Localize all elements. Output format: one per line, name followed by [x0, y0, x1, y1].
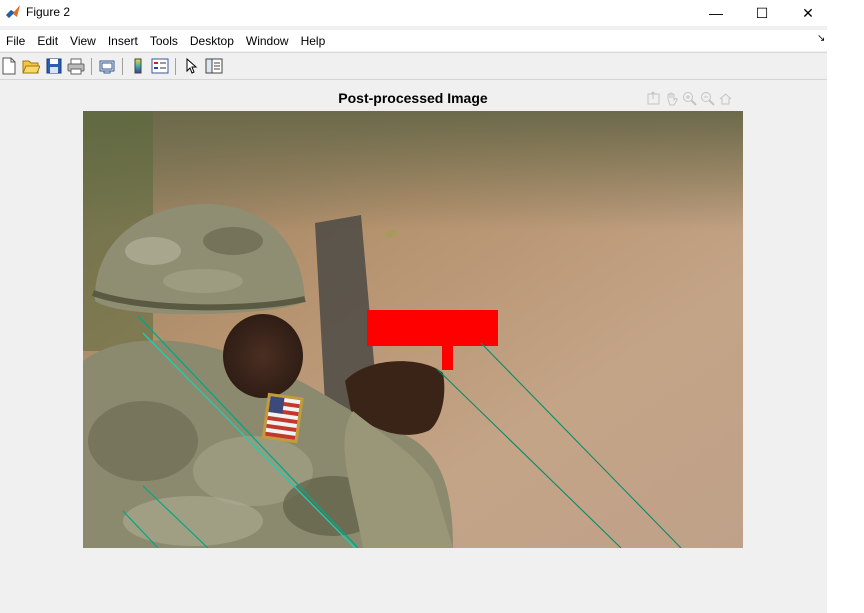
minimize-button[interactable]: —	[693, 0, 739, 26]
dock-figure-icon[interactable]: ↘	[817, 33, 825, 44]
new-figure-icon[interactable]	[0, 57, 18, 75]
open-file-icon[interactable]	[22, 57, 41, 75]
save-icon[interactable]	[45, 57, 63, 75]
axes-toolbar[interactable]	[646, 91, 733, 106]
export-icon[interactable]	[646, 91, 661, 106]
menu-insert[interactable]: Insert	[102, 30, 144, 51]
axes-title: Post-processed Image	[338, 90, 488, 106]
menu-view[interactable]: View	[64, 30, 102, 51]
home-icon[interactable]	[718, 91, 733, 106]
link-plot-icon[interactable]	[98, 57, 116, 75]
toolbar-separator	[175, 58, 176, 75]
desktop-background	[827, 0, 864, 613]
toolbar-separator	[91, 58, 92, 75]
image-canvas	[83, 111, 743, 548]
close-button[interactable]: ✕	[785, 0, 831, 26]
legend-icon[interactable]	[151, 57, 169, 75]
pointer-icon[interactable]	[182, 57, 200, 75]
detection-overlay-box	[367, 310, 498, 346]
property-inspector-icon[interactable]	[205, 57, 223, 75]
matlab-logo-icon	[5, 4, 21, 20]
processed-image	[83, 111, 743, 548]
us-flag-patch	[261, 392, 304, 444]
zoom-out-icon[interactable]	[700, 91, 715, 106]
menu-help[interactable]: Help	[295, 30, 332, 51]
window-title: Figure 2	[26, 5, 71, 19]
zoom-in-icon[interactable]	[682, 91, 697, 106]
colorbar-icon[interactable]	[129, 57, 147, 75]
menu-file[interactable]: File	[0, 30, 31, 51]
title-bar: Figure 2 — ☐ ✕	[0, 0, 864, 26]
soldier-face	[223, 314, 303, 398]
maximize-button[interactable]: ☐	[739, 0, 785, 26]
figure-toolbar	[0, 53, 827, 80]
menu-tools[interactable]: Tools	[144, 30, 184, 51]
pan-icon[interactable]	[664, 91, 679, 106]
print-icon[interactable]	[67, 57, 85, 75]
menu-desktop[interactable]: Desktop	[184, 30, 240, 51]
detection-overlay-tab	[442, 344, 453, 370]
menu-edit[interactable]: Edit	[31, 30, 64, 51]
menu-bar: File Edit View Insert Tools Desktop Wind…	[0, 30, 827, 51]
toolbar-separator	[122, 58, 123, 75]
menu-window[interactable]: Window	[240, 30, 295, 51]
